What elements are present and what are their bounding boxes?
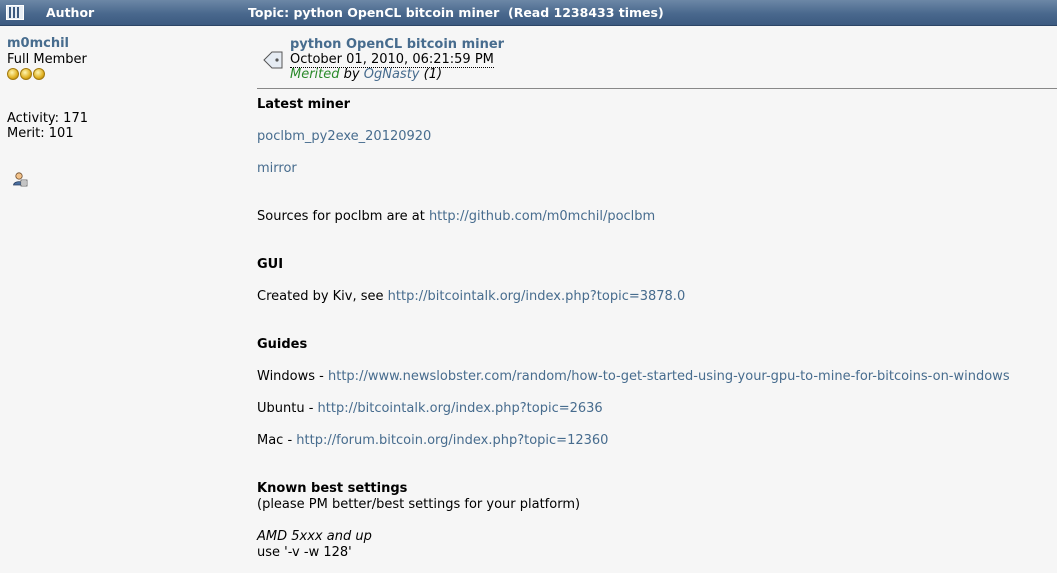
author-column-label: Author xyxy=(46,5,95,20)
post-container: python OpenCL bitcoin miner October 01, … xyxy=(257,36,1057,560)
poster-activity: Activity: 171 xyxy=(7,111,88,126)
heading-latest-miner: Latest miner xyxy=(257,97,351,112)
gui-line: Created by Kiv, see http://bitcointalk.o… xyxy=(257,289,685,304)
post-subject-row: python OpenCL bitcoin miner October 01, … xyxy=(257,36,1057,89)
topic-title: Topic: python OpenCL bitcoin miner (Read… xyxy=(248,5,664,20)
windows-guide-link[interactable]: http://www.newslobster.com/random/how-to… xyxy=(328,369,1010,384)
windows-text: Windows - xyxy=(257,369,328,384)
post-subject-link[interactable]: python OpenCL bitcoin miner xyxy=(290,37,504,52)
gui-link[interactable]: http://bitcointalk.org/index.php?topic=3… xyxy=(388,289,686,304)
ubuntu-guide-link[interactable]: http://bitcointalk.org/index.php?topic=2… xyxy=(318,401,603,416)
poster-rank: Full Member xyxy=(7,52,87,67)
poster-merit: Merit: 101 xyxy=(7,126,74,141)
sources-link[interactable]: http://github.com/m0mchil/poclbm xyxy=(429,209,655,224)
windows-guide-line: Windows - http://www.newslobster.com/ran… xyxy=(257,369,1010,384)
merited-word: Merited xyxy=(290,67,340,82)
ubuntu-guide-line: Ubuntu - http://bitcointalk.org/index.ph… xyxy=(257,401,603,416)
merited-line: Merited by OgNasty (1) xyxy=(290,67,442,82)
view-profile-icon[interactable] xyxy=(12,171,28,187)
mac-guide-line: Mac - http://forum.bitcoin.org/index.php… xyxy=(257,433,608,448)
heading-gui: GUI xyxy=(257,257,284,272)
ubuntu-text: Ubuntu - xyxy=(257,401,318,416)
amd-value: use '-v -w 128' xyxy=(257,545,352,560)
post-date: October 01, 2010, 06:21:59 PM xyxy=(290,52,494,68)
poclbm-download-link[interactable]: poclbm_py2exe_20120920 xyxy=(257,129,431,144)
sources-text: Sources for poclbm are at xyxy=(257,209,429,224)
rank-star-icon xyxy=(20,68,32,80)
heading-known-best-settings: Known best settings xyxy=(257,481,408,496)
topic-header-bar: Author Topic: python OpenCL bitcoin mine… xyxy=(0,0,1057,26)
merited-user-link[interactable]: OgNasty xyxy=(364,67,420,82)
merited-by-text: by xyxy=(339,67,364,82)
amd-label: AMD 5xxx and up xyxy=(257,529,372,544)
settings-note: (please PM better/best settings for your… xyxy=(257,497,581,512)
topic-book-icon xyxy=(6,5,24,20)
mirror-link[interactable]: mirror xyxy=(257,161,297,176)
merited-count: (1) xyxy=(419,67,443,82)
poster-info: m0mchil Full Member Activity: 171 Merit:… xyxy=(7,36,237,187)
sources-line: Sources for poclbm are at http://github.… xyxy=(257,209,655,224)
post-tag-icon xyxy=(263,51,283,69)
mac-text: Mac - xyxy=(257,433,297,448)
rank-stars xyxy=(7,68,237,80)
mac-guide-link[interactable]: http://forum.bitcoin.org/index.php?topic… xyxy=(296,433,608,448)
heading-guides: Guides xyxy=(257,337,308,352)
rank-star-icon xyxy=(7,68,19,80)
gui-text: Created by Kiv, see xyxy=(257,289,388,304)
poster-name-link[interactable]: m0mchil xyxy=(7,36,237,51)
rank-star-icon xyxy=(33,68,45,80)
